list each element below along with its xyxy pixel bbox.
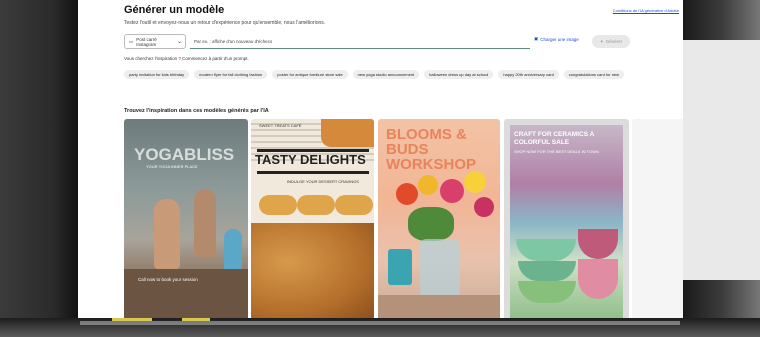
template-icon: ▭: [129, 38, 134, 44]
screen: Générer un modèle Testez l'outil et envo…: [78, 0, 683, 320]
yoga-person-image: [154, 199, 180, 269]
table-image: [378, 295, 500, 320]
croissant-image: [251, 223, 374, 320]
bezel-right: [683, 0, 760, 320]
bezel-left: [0, 0, 78, 320]
prompt-chip[interactable]: modern flyer for fall clothing fashion: [194, 70, 268, 79]
watering-can-image: [388, 249, 412, 285]
template-card-ceramics[interactable]: CRAFT FOR CERAMICS A COLORFUL SALE SHOP …: [504, 119, 629, 320]
divider: [257, 171, 369, 174]
upload-label: Charger une image: [540, 36, 579, 42]
taskbar-strip: [80, 321, 680, 325]
template-gallery: YOGABLISS YOUR YOGA INNER PLACE Call now…: [124, 119, 683, 320]
card-title: BLOOMS & BUDS WORKSHOP: [386, 126, 476, 173]
conditions-link[interactable]: Conditions de l'IA générative d'Adobe: [613, 8, 679, 13]
flower-image: [474, 197, 494, 217]
card-subtitle: INDULGE YOUR DESSERT CRAVINGS: [287, 179, 359, 184]
sparkle-icon: ✦: [599, 38, 604, 44]
prompt-chip[interactable]: poster for antique furniture store sale: [272, 70, 348, 79]
page-title: Générer un modèle: [124, 4, 225, 16]
page-subtitle: Testez l'outil et envoyez-nous un retour…: [124, 20, 326, 26]
image-icon: ▣: [534, 36, 539, 41]
prompt-row: ▭ Post carré Instagram ⌄ ▣ Charger une i…: [124, 34, 679, 50]
taskbar-highlight: [112, 318, 152, 321]
flower-image: [464, 171, 486, 193]
template-card-yoga[interactable]: YOGABLISS YOUR YOGA INNER PLACE Call now…: [124, 119, 248, 320]
template-card-partial[interactable]: [632, 119, 683, 320]
format-select[interactable]: ▭ Post carré Instagram ⌄: [124, 34, 186, 49]
template-card-tasty[interactable]: SWEET TREATS CAFÉ TASTY DELIGHTS INDULGE…: [251, 119, 374, 320]
card-subtitle: YOUR YOGA INNER PLACE: [146, 164, 198, 169]
flower-image: [440, 179, 464, 203]
generate-button[interactable]: ✦ Générer: [592, 35, 630, 48]
pastry-image: [297, 195, 335, 215]
generate-label: Générer: [605, 39, 623, 44]
prompt-chip[interactable]: halloween dress up day at school: [424, 70, 494, 79]
taskbar-highlight: [182, 318, 210, 321]
foliage-image: [408, 207, 454, 241]
inspiration-label: Vous cherchez l'inspiration ? Commencez …: [124, 56, 249, 61]
pastry-image: [321, 119, 374, 147]
card-title: YOGABLISS: [134, 145, 235, 164]
bowl-image: [578, 259, 618, 299]
prompt-chip[interactable]: happy 20th anniversary card: [498, 70, 559, 79]
card-top-label: SWEET TREATS CAFÉ: [259, 123, 302, 128]
prompt-chip[interactable]: new yoga studio announcement: [352, 70, 420, 79]
pastry-image: [259, 195, 297, 215]
prompt-chip[interactable]: party invitation for kids birthday: [124, 70, 190, 79]
card-caption: Call now to book your session: [138, 277, 198, 282]
template-card-blooms[interactable]: BLOOMS & BUDS WORKSHOP: [378, 119, 500, 320]
upload-image-button[interactable]: ▣ Charger une image: [534, 36, 579, 42]
prompt-chip[interactable]: congratulations card for new: [563, 70, 625, 79]
prompt-input[interactable]: [190, 34, 530, 49]
pastry-image: [335, 195, 373, 215]
yoga-person-image: [194, 189, 216, 257]
background-panel: [683, 40, 760, 280]
chevron-down-icon: ⌄: [176, 39, 182, 45]
flower-image: [418, 175, 438, 195]
laptop-base: [0, 318, 760, 337]
templates-section-title: Trouvez l'inspiration dans ces modèles g…: [124, 108, 269, 114]
prompt-chips: party invitation for kids birthday moder…: [124, 70, 683, 80]
vase-image: [420, 239, 460, 297]
card-subtitle: SHOP NOW FOR THE BEST DEALS IN TOWN: [514, 149, 599, 154]
card-title: TASTY DELIGHTS: [255, 152, 366, 167]
card-title: CRAFT FOR CERAMICS A COLORFUL SALE: [514, 131, 595, 146]
format-select-value: Post carré Instagram: [136, 36, 157, 47]
flower-image: [396, 183, 418, 205]
